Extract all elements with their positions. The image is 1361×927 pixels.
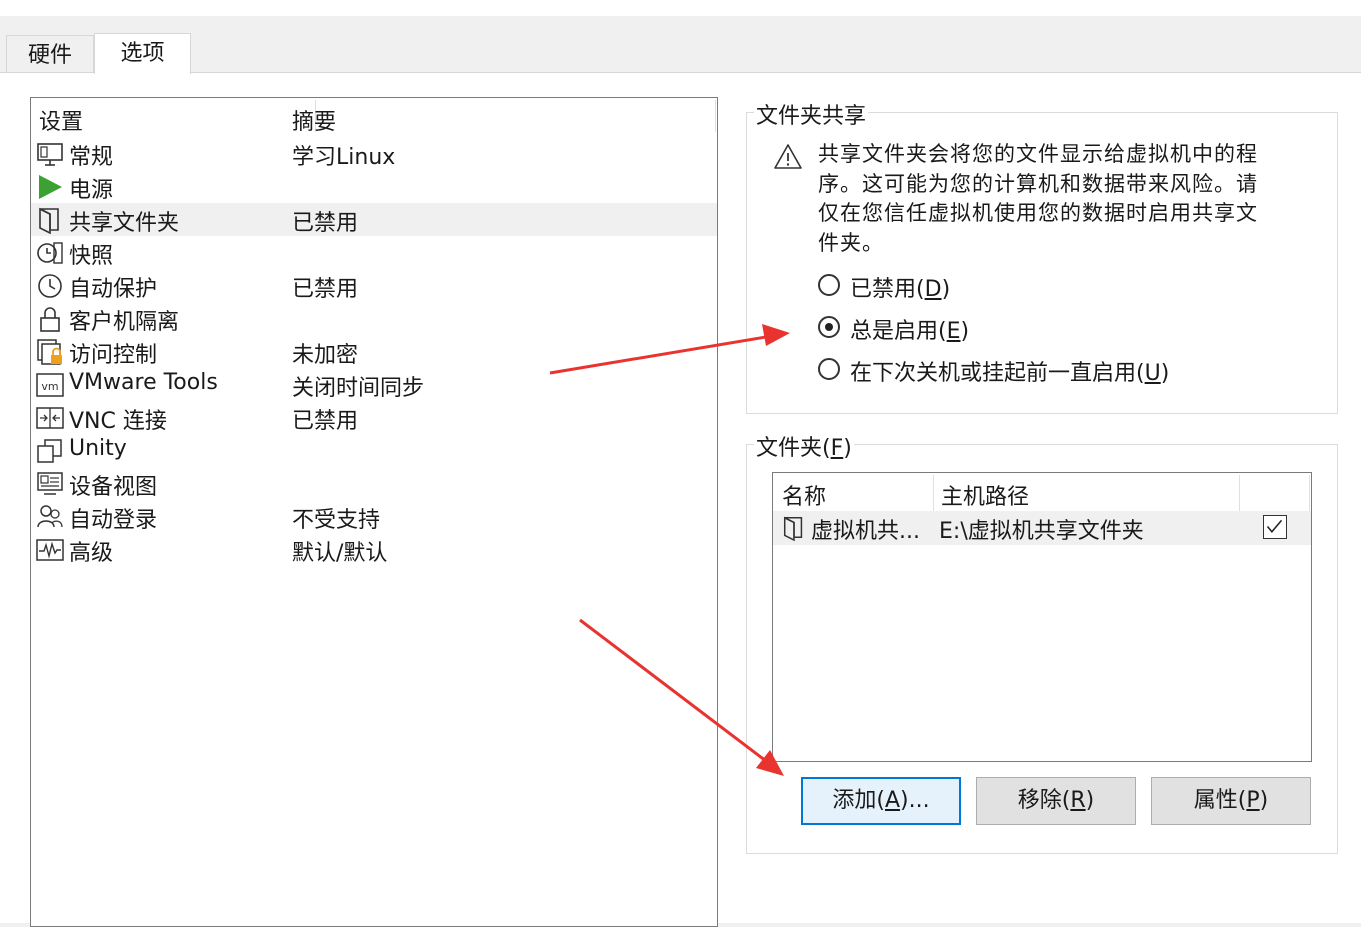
settings-row-vnc[interactable]: VNC 连接 已禁用: [31, 401, 717, 434]
settings-row-access-control[interactable]: 访问控制 未加密: [31, 335, 717, 368]
settings-row-name: 自动登录: [69, 508, 158, 533]
folder-properties-button[interactable]: 属性(P): [1151, 777, 1311, 825]
window-top-strip: [0, 0, 1361, 16]
svg-text:vm: vm: [41, 380, 58, 393]
settings-row-summary: 已禁用: [292, 409, 359, 434]
radio-label: 总是启用(E): [850, 319, 970, 344]
settings-row-name: 自动保护: [69, 277, 158, 302]
column-header-setting[interactable]: 设置: [39, 104, 83, 136]
checkmark-icon: [1266, 519, 1283, 533]
column-header-name[interactable]: 名称: [782, 479, 826, 511]
tab-options[interactable]: 选项: [94, 33, 191, 74]
settings-row-name: VNC 连接: [69, 409, 167, 434]
folders-title: 文件夹(F): [754, 430, 854, 462]
settings-row-name: 设备视图: [69, 475, 158, 500]
play-icon: [39, 175, 62, 199]
access-control-icon: [37, 339, 62, 365]
vnc-icon: [36, 407, 64, 429]
settings-row-summary: 关闭时间同步: [292, 376, 425, 401]
settings-row-name: 高级: [69, 541, 114, 566]
settings-row-power[interactable]: 电源: [31, 170, 717, 203]
monitor-icon: [37, 143, 63, 166]
shared-folder-icon: [783, 516, 803, 542]
unity-icon: [37, 439, 62, 463]
settings-row-autoprotect[interactable]: 自动保护 已禁用: [31, 269, 717, 302]
users-icon: [37, 505, 63, 528]
waveform-icon: [36, 539, 64, 561]
settings-row-name: 电源: [69, 178, 114, 203]
folder-enabled-checkbox[interactable]: [1263, 515, 1287, 539]
device-view-icon: [37, 472, 63, 495]
settings-row-advanced[interactable]: 高级 默认/默认: [31, 533, 717, 566]
lock-icon: [40, 307, 60, 332]
column-header-summary[interactable]: 摘要: [292, 104, 336, 136]
column-header-host-path[interactable]: 主机路径: [941, 479, 1029, 511]
shared-folder-icon: [39, 207, 59, 234]
settings-row-general[interactable]: 常规 学习Linux: [31, 137, 717, 170]
folder-row[interactable]: 虚拟机共... E:\虚拟机共享文件夹: [773, 511, 1311, 545]
settings-row-name: 客户机隔离: [69, 310, 180, 335]
radio-circle-checked[interactable]: [818, 316, 840, 338]
add-folder-button[interactable]: 添加(A)...: [801, 777, 961, 825]
settings-row-summary: 已禁用: [292, 277, 359, 302]
sharing-warning-text: 共享文件夹会将您的文件显示给虚拟机中的程序。这可能为您的计算机和数据带来风险。请…: [818, 142, 1258, 255]
clock-icon: [38, 274, 62, 298]
folder-host-path: E:\虚拟机共享文件夹: [939, 519, 1144, 544]
settings-row-name: 快照: [69, 244, 114, 269]
folder-name: 虚拟机共...: [811, 519, 920, 544]
column-divider[interactable]: [1239, 475, 1240, 511]
column-divider-end: [715, 100, 716, 132]
radio-label: 已禁用(D): [850, 277, 951, 302]
settings-row-summary: 未加密: [292, 343, 359, 368]
column-divider[interactable]: [933, 475, 934, 511]
settings-row-summary: 默认/默认: [292, 541, 388, 566]
settings-row-unity[interactable]: Unity: [31, 434, 717, 467]
folder-table[interactable]: 名称 主机路径 虚拟机共... E:\虚拟机共享文件夹: [772, 472, 1312, 762]
settings-row-name: 共享文件夹: [69, 211, 180, 236]
snapshot-icon: [37, 242, 63, 264]
settings-row-name: Unity: [69, 436, 127, 461]
folder-sharing-title: 文件夹共享: [754, 98, 869, 130]
settings-row-device-view[interactable]: 设备视图: [31, 467, 717, 500]
radio-circle[interactable]: [818, 358, 840, 380]
settings-row-shared-folders[interactable]: 共享文件夹 已禁用: [31, 203, 717, 236]
settings-row-vmware-tools[interactable]: vm VMware Tools 关闭时间同步: [31, 368, 717, 401]
settings-row-name: VMware Tools: [69, 370, 218, 395]
settings-row-summary: 已禁用: [292, 211, 359, 236]
column-divider-end: [1309, 475, 1310, 511]
settings-row-summary: 不受支持: [292, 508, 381, 533]
settings-row-autologin[interactable]: 自动登录 不受支持: [31, 500, 717, 533]
settings-row-summary: 学习Linux: [292, 145, 396, 170]
settings-row-isolation[interactable]: 客户机隔离: [31, 302, 717, 335]
settings-list[interactable]: 设置 摘要 常规 学习Linux 电源 共享文件夹 已禁用 快照 自动保护 已禁…: [30, 97, 718, 927]
settings-row-snapshot[interactable]: 快照: [31, 236, 717, 269]
radio-label: 在下次关机或挂起前一直启用(U): [850, 361, 1170, 386]
settings-row-name: 常规: [69, 145, 114, 170]
tab-hardware[interactable]: 硬件: [6, 35, 94, 72]
vm-icon: vm: [36, 373, 64, 397]
settings-row-name: 访问控制: [69, 343, 158, 368]
warning-icon: [774, 144, 802, 169]
radio-circle[interactable]: [818, 274, 840, 296]
remove-folder-button[interactable]: 移除(R): [976, 777, 1136, 825]
